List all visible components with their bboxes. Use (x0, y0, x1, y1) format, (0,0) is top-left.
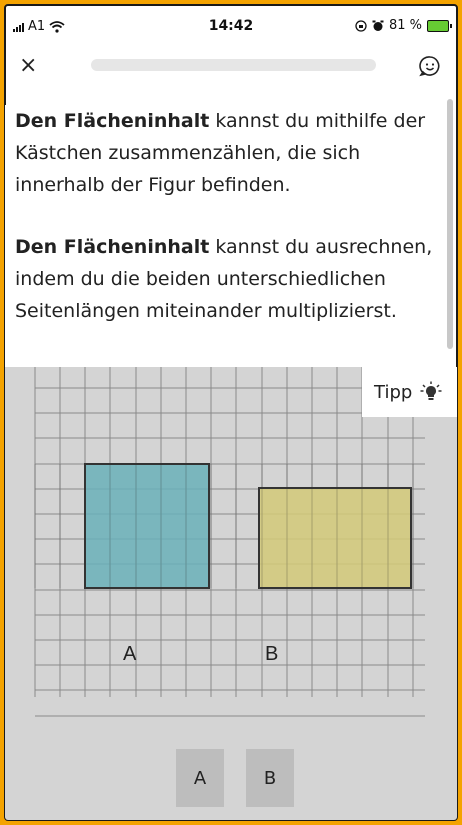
squared-grid: A B (34, 367, 425, 717)
orientation-lock-icon (355, 19, 367, 32)
battery-percent: 81 % (388, 18, 422, 33)
answer-button-b[interactable]: B (246, 749, 294, 807)
para1-bold: Den Flächeninhalt (15, 110, 210, 132)
progress-bar (91, 59, 376, 71)
smiley-feedback-icon[interactable] (419, 55, 441, 77)
para2-bold: Den Flächeninhalt (15, 236, 210, 258)
tip-label: Tipp (374, 381, 413, 403)
status-right: 81 % (355, 18, 452, 33)
instruction-text: Den Flächeninhalt kannst du mithilfe der… (5, 105, 445, 367)
instruction-paragraph-1: Den Flächeninhalt kannst du mithilfe der… (15, 105, 435, 201)
phone-screen: A1 14:42 81 % × Den Flächeninhalt kannst… (4, 4, 458, 821)
answer-button-a[interactable]: A (176, 749, 224, 807)
alarm-icon (372, 20, 384, 31)
close-icon[interactable]: × (19, 53, 37, 78)
tip-button[interactable]: Tipp (362, 367, 457, 417)
battery-charging-icon (427, 19, 452, 32)
work-area: A B Tipp A B (5, 367, 457, 820)
text-scrollbar[interactable] (447, 99, 453, 349)
top-bar: × (5, 45, 457, 85)
instruction-paragraph-2: Den Flächeninhalt kannst du ausrechnen, … (15, 231, 435, 327)
status-bar: A1 14:42 81 % (5, 5, 457, 43)
lightbulb-icon (420, 381, 442, 400)
figure-b-label: B (265, 643, 278, 665)
figure-a-label: A (123, 643, 137, 665)
figure-a (85, 464, 209, 588)
